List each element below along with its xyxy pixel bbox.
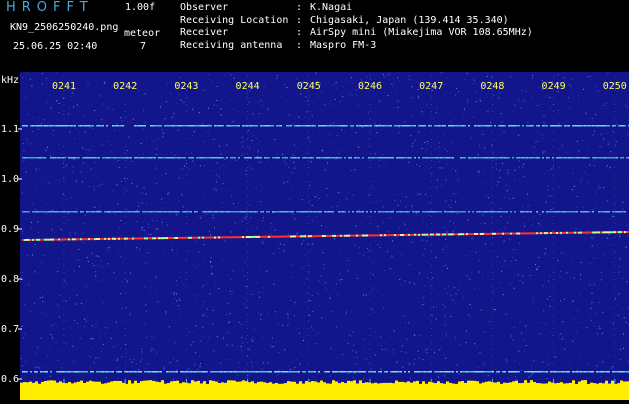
y-tick-label: 1.0 bbox=[1, 174, 19, 185]
y-tick-label: 1.1 bbox=[1, 124, 19, 135]
info-key: Receiving Location bbox=[180, 15, 296, 28]
signal-line bbox=[22, 371, 629, 373]
y-tick-label: 0.8 bbox=[1, 274, 19, 285]
spectrogram: kHz 1.1 1.0 0.9 0.8 0.7 0.6 0241 0242 0243 0244 0… bbox=[0, 72, 629, 400]
filename-label: KN9_2506250240.png bbox=[10, 22, 118, 33]
info-antenna: Receiving antenna:Maspro FM-3 bbox=[180, 40, 533, 53]
signal-line bbox=[22, 157, 629, 159]
info-value: Maspro FM-3 bbox=[310, 40, 376, 51]
time-tick-label: 0244 bbox=[236, 81, 260, 92]
time-tick-label: 0242 bbox=[113, 81, 137, 92]
info-key: Observer bbox=[180, 2, 296, 15]
app-title: HROFFT bbox=[6, 0, 94, 15]
time-tick-label: 0246 bbox=[358, 81, 382, 92]
time-tick-label: 0247 bbox=[419, 81, 443, 92]
time-tick-label: 0245 bbox=[297, 81, 321, 92]
y-tick-label: 0.6 bbox=[1, 374, 19, 385]
y-tick-label: 0.7 bbox=[1, 324, 19, 335]
level-bar bbox=[20, 380, 629, 400]
info-key: Receiver bbox=[180, 27, 296, 40]
version-label: 1.00f bbox=[125, 2, 155, 13]
info-value: AirSpy mini (Miakejima VOR 108.65MHz) bbox=[310, 27, 533, 38]
y-unit-label: kHz bbox=[1, 75, 19, 86]
meteor-count: 7 bbox=[140, 41, 146, 52]
time-tick-label: 0243 bbox=[174, 81, 198, 92]
signal-line bbox=[22, 125, 629, 127]
meteor-label: meteor bbox=[124, 28, 160, 39]
observation-info: Observer:K.Nagai Receiving Location:Chig… bbox=[180, 2, 533, 52]
spectrogram-panel: kHz 1.1 1.0 0.9 0.8 0.7 0.6 0241 0242 0243 0244 0… bbox=[0, 72, 629, 400]
time-tick-label: 0249 bbox=[542, 81, 566, 92]
info-observer: Observer:K.Nagai bbox=[180, 2, 533, 15]
info-value: K.Nagai bbox=[310, 2, 352, 13]
time-tick-label: 0248 bbox=[480, 81, 504, 92]
info-receiver: Receiver:AirSpy mini (Miakejima VOR 108.… bbox=[180, 27, 533, 40]
y-tick-label: 0.9 bbox=[1, 224, 19, 235]
time-tick-label: 0241 bbox=[52, 81, 76, 92]
info-key: Receiving antenna bbox=[180, 40, 296, 53]
header-panel: HROFFT 1.00f KN9_2506250240.png meteor 7… bbox=[0, 0, 629, 72]
info-value: Chigasaki, Japan (139.414 35.340) bbox=[310, 15, 509, 26]
datetime-label: 25.06.25 02:40 bbox=[13, 41, 97, 52]
info-location: Receiving Location:Chigasaki, Japan (139… bbox=[180, 15, 533, 28]
time-tick-label: 0250 bbox=[603, 81, 627, 92]
